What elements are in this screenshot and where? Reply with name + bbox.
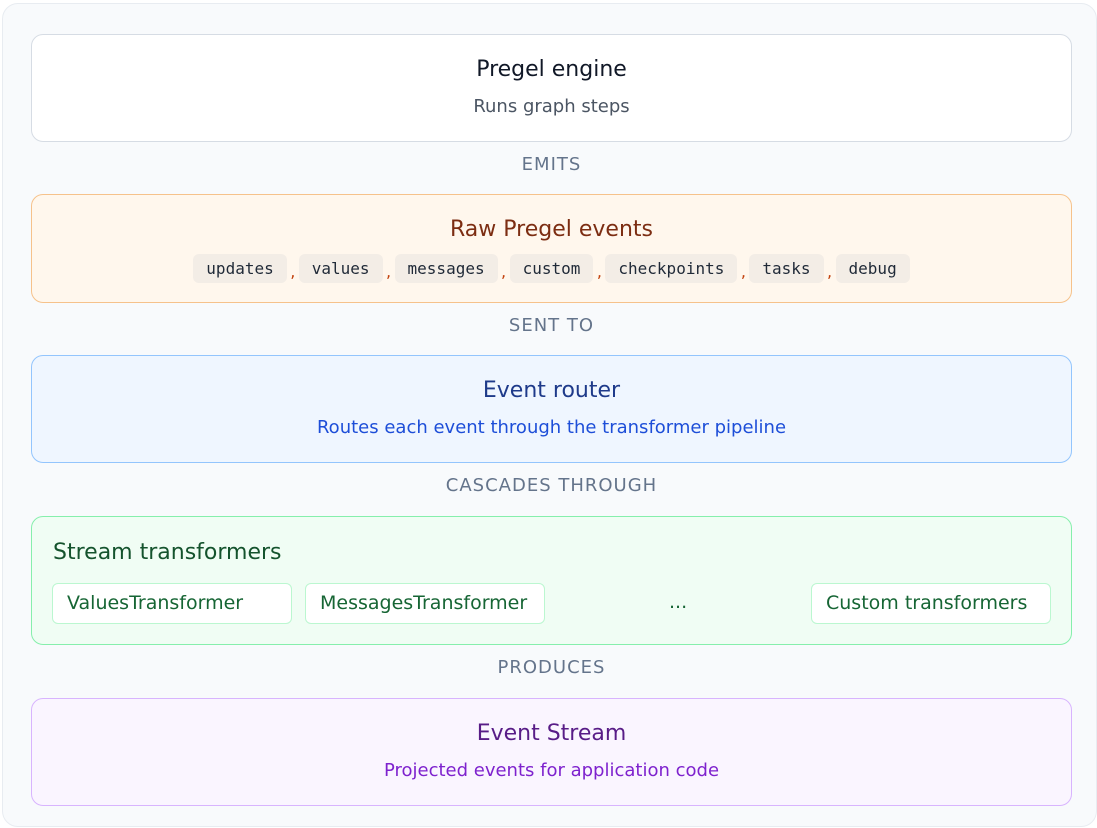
event-type-chip: messages (394, 254, 498, 283)
values-transformer: ValuesTransformer (52, 583, 292, 624)
event-stream-title: Event Stream (476, 721, 627, 746)
connector-produces: PRODUCES (497, 657, 606, 678)
raw-events-title: Raw Pregel events (450, 217, 653, 242)
event-type-list: updates , values , messages , custom , c… (32, 254, 1071, 283)
connector-sent-to: SENT TO (508, 315, 595, 336)
chip-separator: , (596, 262, 602, 281)
chip-separator: , (501, 262, 507, 281)
stream-transformers-box: Stream transformers ValuesTransformer Me… (31, 516, 1072, 645)
event-type-chip: debug (835, 254, 910, 283)
event-type-chip: values (298, 254, 383, 283)
connector-cascades-through: CASCADES THROUGH (445, 475, 658, 496)
chip-separator: , (740, 262, 746, 281)
stream-transformers-title: Stream transformers (53, 540, 282, 565)
messages-transformer: MessagesTransformer (305, 583, 545, 624)
event-stream-box: Event Stream Projected events for applic… (31, 698, 1072, 806)
pregel-engine-title: Pregel engine (476, 57, 627, 82)
event-type-chip: custom (509, 254, 594, 283)
event-router-box: Event router Routes each event through t… (31, 355, 1072, 463)
diagram-frame: Pregel engine Runs graph steps EMITS Raw… (2, 3, 1097, 827)
pregel-engine-box: Pregel engine Runs graph steps (31, 34, 1072, 142)
event-router-title: Event router (482, 378, 621, 403)
event-type-chip: tasks (749, 254, 824, 283)
event-type-chip: checkpoints (605, 254, 738, 283)
event-type-chip: updates (193, 254, 287, 283)
raw-events-box: Raw Pregel events updates , values , mes… (31, 194, 1072, 303)
custom-transformers: Custom transformers (811, 583, 1051, 624)
event-router-subtitle: Routes each event through the transforme… (316, 417, 787, 438)
chip-separator: , (385, 262, 392, 281)
event-stream-subtitle: Projected events for application code (383, 760, 720, 781)
connector-emits: EMITS (521, 154, 582, 175)
more-transformers-ellipsis: ... (669, 591, 688, 613)
pregel-engine-subtitle: Runs graph steps (473, 96, 630, 117)
chip-separator: , (290, 262, 296, 281)
chip-separator: , (826, 262, 833, 281)
